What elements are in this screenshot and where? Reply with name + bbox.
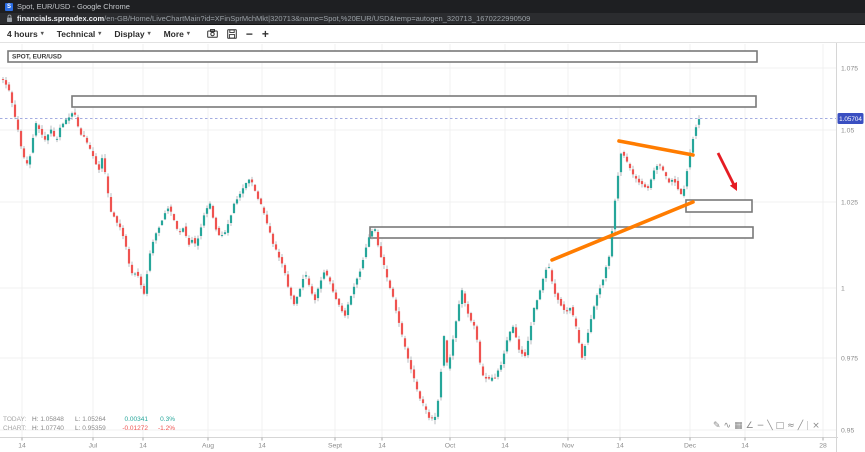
chevron-down-icon: ▾ — [148, 30, 151, 37]
current-price-badge: 1.05704 — [838, 113, 864, 124]
separator: | — [806, 421, 809, 432]
address-bar-url: financials.spreadex.com/en-GB/Home/LiveC… — [17, 14, 530, 23]
y-axis-tick-label: 1.025 — [841, 199, 858, 206]
legend-change: 0.00341 — [118, 416, 148, 424]
timeframe-dropdown[interactable]: 4 hours ▾ — [7, 29, 44, 39]
x-axis-tick-label: Sept — [328, 443, 342, 450]
x-axis-tick-label: Aug — [202, 443, 214, 450]
browser-titlebar: S Spot, EUR/USD - Google Chrome — [0, 0, 865, 13]
rectangle-tool-icon[interactable]: □ — [776, 421, 785, 432]
trendline-drawings[interactable] — [552, 141, 693, 260]
more-dropdown[interactable]: More ▾ — [164, 29, 190, 39]
y-axis-tick-label: 1.075 — [841, 65, 858, 72]
url-path: /en-GB/Home/LiveChartMain?id=XFinSprMchM… — [104, 14, 530, 23]
legend-change-pct: 0.3% — [153, 416, 175, 424]
svg-text:1.05704: 1.05704 — [839, 116, 862, 123]
support-resistance-zone[interactable] — [72, 96, 756, 107]
symbol-label: SPOT, EUR/USD — [12, 54, 62, 61]
legend-row-label: CHART: — [3, 425, 27, 433]
y-axis-tick-label: 0.975 — [841, 355, 858, 362]
chevron-down-icon: ▾ — [187, 30, 190, 37]
chart-legend: TODAY: H: 1.05848 L: 1.05264 0.00341 0.3… — [3, 416, 175, 433]
y-axis-tick-label: 1.05 — [841, 127, 854, 134]
support-resistance-zone[interactable] — [370, 227, 753, 238]
browser-window: S Spot, EUR/USD - Google Chrome financia… — [0, 0, 865, 452]
drawing-toolbar: ✎∿▦∠−╲ □≈╱|× — [713, 421, 820, 432]
more-dropdown-label: More — [164, 29, 184, 39]
ray-tool-icon[interactable]: ╱ — [798, 421, 803, 432]
x-axis-tick-label: 14 — [501, 443, 509, 450]
y-axis-tick-label: 1 — [841, 285, 845, 292]
timeframe-dropdown-label: 4 hours — [7, 29, 38, 39]
camera-icon — [207, 29, 218, 38]
zoom-in-button[interactable]: + — [262, 29, 269, 39]
price-chart-canvas[interactable]: SPOT, EUR/USD 1.075 1.05 1.025 1 0.975 0.95 14 J… — [0, 43, 865, 452]
pencil-icon[interactable]: ✎ — [713, 421, 721, 432]
x-axis-tick-label: 14 — [258, 443, 266, 450]
legend-high: H: 1.07740 — [32, 425, 70, 433]
freehand-curve-icon[interactable]: ∿ — [724, 421, 732, 432]
url-domain: financials.spreadex.com — [17, 14, 104, 23]
chevron-down-icon: ▾ — [41, 30, 44, 37]
legend-low: L: 1.05264 — [75, 416, 113, 424]
orange-trendline[interactable] — [619, 141, 693, 155]
trend-angle-icon[interactable]: ∠ — [746, 421, 754, 432]
toolbar-icon-group: − + — [207, 29, 269, 39]
browser-urlbar[interactable]: financials.spreadex.com/en-GB/Home/LiveC… — [0, 13, 865, 25]
x-axis-labels[interactable]: 14 Jul 14 Aug 14 Sept 14 Oct 14 Nov 14 Dec 14 28 — [18, 443, 827, 450]
chart-area: SPOT, EUR/USD 1.075 1.05 1.025 1 0.975 0.95 14 J… — [0, 43, 865, 452]
legend-row-label: TODAY: — [3, 416, 27, 424]
legend-low: L: 0.95359 — [75, 425, 113, 433]
x-axis-tick-label: 28 — [819, 443, 827, 450]
save-button[interactable] — [227, 29, 237, 39]
x-axis-tick-label: 14 — [18, 443, 26, 450]
wave-tool-icon[interactable]: ≈ — [787, 421, 795, 432]
y-axis-tick-label: 0.95 — [841, 427, 854, 434]
legend-row-today: TODAY: H: 1.05848 L: 1.05264 0.00341 0.3… — [3, 416, 175, 424]
candles-layer — [2, 77, 700, 424]
x-axis-tick-label: 14 — [616, 443, 624, 450]
x-axis-tick-label: Dec — [684, 443, 697, 450]
x-axis-tick-label: 14 — [378, 443, 386, 450]
legend-change: -0.01272 — [118, 425, 148, 433]
x-axis-tick-label: 14 — [741, 443, 749, 450]
x-axis-tick-label: Oct — [445, 443, 456, 450]
padlock-icon — [6, 14, 13, 23]
chart-toolbar: 4 hours ▾ Technical ▾ Display ▾ More ▾ — [0, 25, 865, 43]
chevron-down-icon: ▾ — [98, 30, 101, 37]
snapshot-button[interactable] — [207, 29, 218, 38]
trendline-icon[interactable]: ╲ — [767, 421, 772, 432]
delete-drawing-icon[interactable]: × — [812, 421, 820, 432]
horizontal-line-icon[interactable]: − — [757, 421, 765, 432]
support-resistance-zone[interactable] — [8, 51, 757, 62]
x-axis-tick-label: Jul — [89, 443, 98, 450]
save-icon — [227, 29, 237, 39]
site-favicon: S — [5, 3, 13, 11]
legend-row-chart: CHART: H: 1.07740 L: 0.95359 -0.01272 -1… — [3, 425, 175, 433]
zoom-out-button[interactable]: − — [246, 29, 253, 39]
legend-change-pct: -1.2% — [153, 425, 175, 433]
x-axis-tick-label: Nov — [562, 443, 575, 450]
grid-table-icon[interactable]: ▦ — [734, 421, 743, 432]
display-dropdown[interactable]: Display ▾ — [114, 29, 150, 39]
technical-dropdown-label: Technical — [57, 29, 96, 39]
technical-dropdown[interactable]: Technical ▾ — [57, 29, 102, 39]
red-arrow-drawing[interactable] — [718, 153, 737, 191]
x-axis-tick-label: 14 — [139, 443, 147, 450]
support-resistance-zone[interactable] — [686, 200, 752, 212]
display-dropdown-label: Display — [114, 29, 144, 39]
legend-high: H: 1.05848 — [32, 416, 70, 424]
window-title: Spot, EUR/USD - Google Chrome — [17, 2, 130, 11]
